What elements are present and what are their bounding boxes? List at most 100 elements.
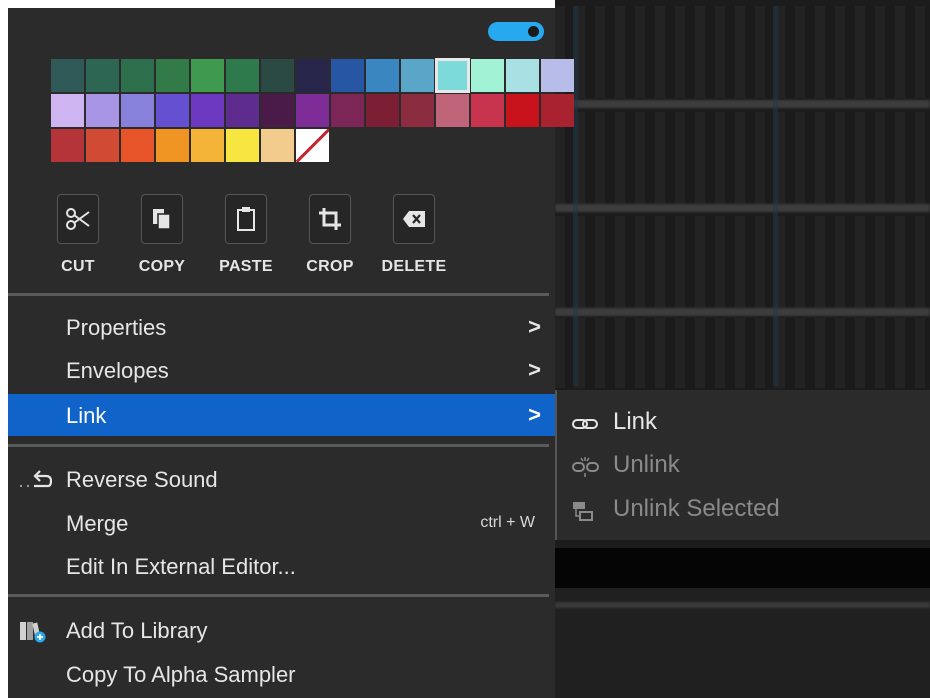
cut-button[interactable]: CUT [43, 194, 113, 276]
color-swatch[interactable] [226, 59, 259, 92]
context-menu: CUT COPY PASTE CROP DELETE Properties > … [8, 8, 574, 698]
submenu-item-label: Link [613, 408, 658, 435]
library-add-icon [18, 620, 48, 650]
menu-item-label: Merge [66, 511, 129, 536]
menu-item-label: Reverse Sound [66, 467, 218, 492]
timeline-bar [555, 548, 930, 588]
menu-item-label: Link [66, 403, 107, 428]
backspace-icon [403, 211, 425, 227]
paste-button-frame [225, 194, 267, 244]
color-swatch[interactable] [51, 129, 84, 162]
menu-item-merge[interactable]: Merge ctrl + W [8, 504, 555, 544]
menu-item-properties[interactable]: Properties > [8, 308, 555, 348]
color-swatch[interactable] [541, 94, 574, 127]
unlink-icon [571, 456, 601, 485]
color-swatch[interactable] [226, 94, 259, 127]
copy-button[interactable]: COPY [127, 194, 197, 276]
menu-item-label: Properties [66, 315, 167, 340]
color-swatch[interactable] [435, 58, 470, 93]
color-swatch[interactable] [261, 129, 294, 162]
track-lane [555, 6, 930, 98]
crop-icon [319, 208, 341, 230]
menu-item-label: Add To Library [66, 618, 208, 643]
cut-label: CUT [61, 258, 95, 275]
lane-separator [555, 308, 930, 316]
menu-item-edit-external[interactable]: Edit In External Editor... [8, 547, 555, 587]
crop-button[interactable]: CROP [295, 194, 365, 276]
color-swatch[interactable] [471, 59, 504, 92]
submenu-item-link[interactable]: Link [557, 403, 930, 443]
color-swatch[interactable] [156, 59, 189, 92]
delete-label: DELETE [381, 258, 447, 275]
scissors-icon [66, 208, 90, 230]
color-swatch[interactable] [191, 94, 224, 127]
color-swatch[interactable] [156, 129, 189, 162]
color-swatch[interactable] [86, 59, 119, 92]
color-swatch[interactable] [51, 59, 84, 92]
track-lane [555, 216, 930, 308]
menu-item-reverse-sound[interactable]: Reverse Sound [8, 460, 555, 500]
copy-button-frame [141, 194, 183, 244]
color-swatch[interactable] [121, 59, 154, 92]
menu-divider [8, 594, 549, 597]
no-color-swatch[interactable] [296, 129, 329, 162]
color-swatch[interactable] [86, 129, 119, 162]
color-swatch[interactable] [121, 94, 154, 127]
grid-line [773, 6, 778, 386]
menu-item-link[interactable]: Link > [8, 394, 555, 436]
color-swatch[interactable] [506, 94, 539, 127]
menu-divider [8, 444, 549, 447]
color-swatch[interactable] [191, 59, 224, 92]
menu-item-label: Copy To Alpha Sampler [66, 662, 296, 687]
submenu-arrow-icon: > [528, 357, 541, 382]
toggle-knob [528, 26, 539, 37]
color-swatch[interactable] [541, 59, 574, 92]
color-swatch[interactable] [261, 59, 294, 92]
color-swatch[interactable] [86, 94, 119, 127]
color-swatch[interactable] [331, 94, 364, 127]
track-lane [555, 318, 930, 388]
reverse-arrow-icon [18, 469, 53, 495]
submenu-item-unlink[interactable]: Unlink [557, 446, 930, 486]
color-swatch[interactable] [51, 94, 84, 127]
color-swatch[interactable] [226, 129, 259, 162]
lane-separator [555, 204, 930, 212]
color-swatch[interactable] [261, 94, 294, 127]
cut-button-frame [57, 194, 99, 244]
color-swatch[interactable] [191, 129, 224, 162]
copy-icon [153, 209, 171, 230]
color-toggle[interactable] [488, 22, 544, 41]
delete-button[interactable]: DELETE [379, 194, 449, 276]
crop-label: CROP [306, 258, 354, 275]
submenu-item-unlink-selected[interactable]: Unlink Selected [557, 490, 930, 530]
menu-item-label: Envelopes [66, 358, 169, 383]
color-swatch[interactable] [506, 59, 539, 92]
menu-divider [8, 293, 549, 296]
arrangement-background [555, 0, 930, 698]
color-palette [51, 58, 574, 162]
unlink-selected-icon [571, 500, 601, 531]
color-swatch[interactable] [471, 94, 504, 127]
color-swatch[interactable] [121, 129, 154, 162]
copy-label: COPY [138, 258, 186, 275]
menu-item-copy-alpha-sampler[interactable]: Copy To Alpha Sampler [8, 655, 555, 695]
color-swatch[interactable] [401, 94, 434, 127]
paste-label: PASTE [219, 258, 273, 275]
link-icon [571, 413, 601, 441]
color-swatch[interactable] [401, 59, 434, 92]
paste-button[interactable]: PASTE [211, 194, 281, 276]
color-swatch[interactable] [366, 94, 399, 127]
color-swatch[interactable] [331, 59, 364, 92]
color-swatch[interactable] [436, 94, 469, 127]
clipboard-icon [237, 207, 255, 231]
menu-item-add-library[interactable]: Add To Library [8, 611, 555, 651]
color-swatch[interactable] [366, 59, 399, 92]
color-swatch[interactable] [296, 94, 329, 127]
link-submenu: Link Unlink Unlink Selected [555, 390, 930, 540]
color-swatch[interactable] [156, 94, 189, 127]
color-swatch[interactable] [296, 59, 329, 92]
submenu-arrow-icon: > [528, 314, 541, 339]
submenu-item-label: Unlink [613, 451, 680, 478]
menu-item-envelopes[interactable]: Envelopes > [8, 351, 555, 391]
lane-separator [555, 602, 930, 608]
